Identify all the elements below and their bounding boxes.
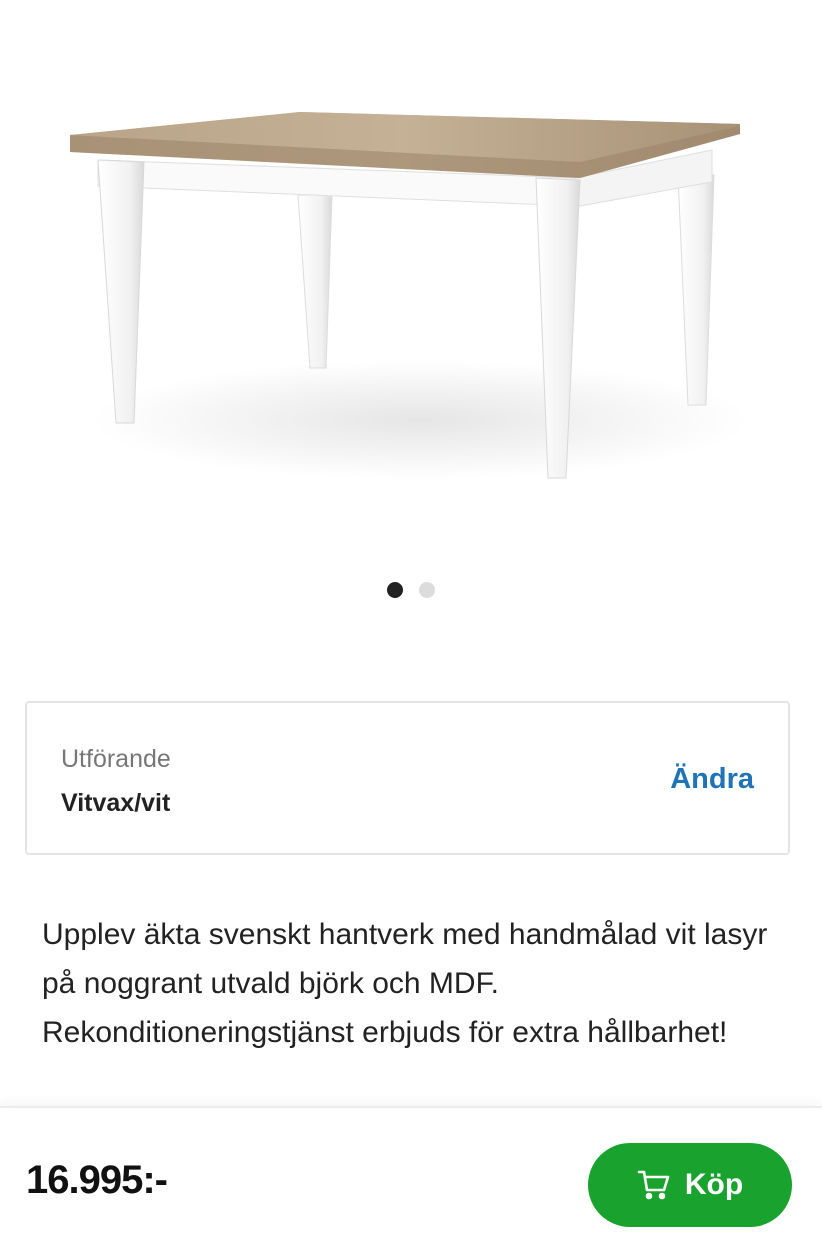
variant-value: Vitvax/vit [61,789,171,817]
buy-button[interactable]: Köp [588,1143,792,1227]
carousel-dots[interactable] [0,582,822,598]
product-page: Utförande Vitvax/vit Ändra Upplev äkta s… [0,0,822,1245]
change-variant-link[interactable]: Ändra [670,763,754,796]
carousel-dot-1[interactable] [387,582,403,598]
purchase-bar: 16.995:- Köp [0,1106,822,1245]
variant-selector[interactable]: Utförande Vitvax/vit Ändra [25,701,790,855]
price: 16.995:- [26,1158,168,1202]
cart-icon [637,1170,670,1200]
variant-label: Utförande [61,745,171,773]
buy-button-label: Köp [684,1168,744,1201]
carousel-dot-2[interactable] [419,582,435,598]
product-image[interactable] [0,0,822,560]
product-description: Upplev äkta svenskt hantverk med handmål… [42,918,768,1049]
